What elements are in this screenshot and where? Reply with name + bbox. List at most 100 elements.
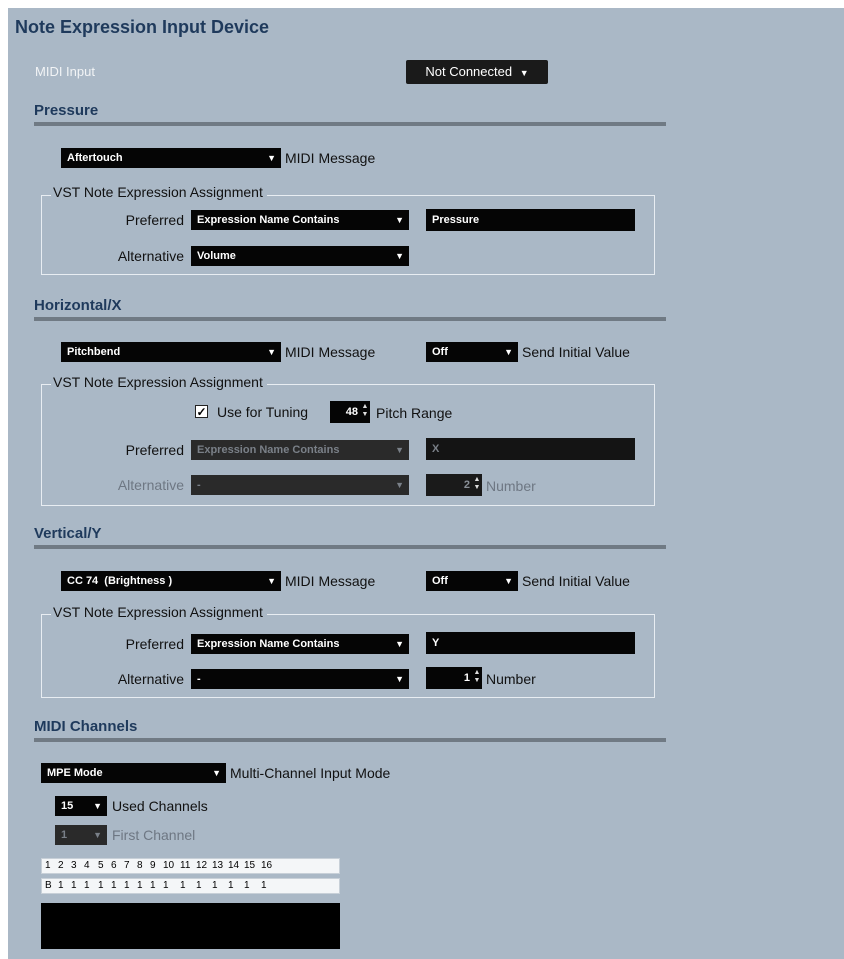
channel-cell: 13 [212, 860, 224, 871]
midi-message-label: MIDI Message [285, 344, 376, 360]
vertical-preferred-dropdown[interactable]: Expression Name Contains ▼ [191, 634, 409, 654]
use-for-tuning-checkbox[interactable]: ✓ [195, 405, 208, 418]
channel-state-row: B111111111111111 [41, 878, 340, 894]
midi-input-value: Not Connected [425, 64, 513, 79]
chevron-down-icon: ▼ [267, 576, 276, 586]
pitch-range-stepper[interactable]: 48 ▲ ▼ [330, 401, 370, 423]
channel-cell: 1 [111, 880, 117, 891]
channel-cell: 7 [124, 860, 130, 871]
send-initial-value-label: Send Initial Value [522, 573, 630, 589]
channel-cell: 1 [261, 880, 267, 891]
channel-cell: 1 [244, 880, 250, 891]
channel-cell: B [45, 880, 52, 891]
section-divider [34, 317, 666, 321]
horizontal-preferred-text-field[interactable]: X [426, 438, 635, 460]
assignment-group-label: VST Note Expression Assignment [51, 374, 267, 390]
dropdown-value: Off [432, 346, 448, 358]
channel-cell: 1 [180, 880, 186, 891]
used-channels-label: Used Channels [112, 798, 208, 814]
channel-cell: 1 [196, 880, 202, 891]
pressure-preferred-dropdown[interactable]: Expression Name Contains ▼ [191, 210, 409, 230]
dropdown-value: 1 [61, 829, 68, 841]
section-divider [34, 738, 666, 742]
dropdown-value: Volume [197, 250, 236, 262]
used-channels-dropdown[interactable]: 15 ▼ [55, 796, 107, 816]
dropdown-value: Expression Name Contains [197, 638, 340, 650]
horizontal-initial-value-dropdown[interactable]: Off ▼ [426, 342, 518, 362]
checkmark-icon: ✓ [196, 405, 207, 419]
midi-input-dropdown[interactable]: Not Connected ▼ [406, 60, 548, 84]
chevron-down-icon: ▼ [395, 445, 404, 455]
dropdown-value: Expression Name Contains [197, 214, 340, 226]
chevron-down-icon: ▼ [395, 480, 404, 490]
spin-arrows-icon[interactable]: ▲ ▼ [361, 403, 369, 419]
chevron-down-icon: ▼ [212, 768, 221, 778]
multi-channel-mode-dropdown[interactable]: MPE Mode ▼ [41, 763, 226, 783]
first-channel-label: First Channel [112, 827, 196, 843]
section-divider [34, 545, 666, 549]
use-for-tuning-label: Use for Tuning [217, 404, 309, 420]
channel-cell: 1 [45, 860, 51, 871]
spin-arrows-icon[interactable]: ▲ ▼ [473, 476, 481, 492]
horizontal-number-stepper[interactable]: 2 ▲ ▼ [426, 474, 482, 496]
vertical-midi-message-dropdown[interactable]: CC 74 (Brightness ) ▼ [61, 571, 281, 591]
channel-number-row: 1 2 3 4 5 6 7 8 9 10 11 12 13 14 15 16 [41, 858, 340, 874]
chevron-down-icon: ▼ [267, 347, 276, 357]
dropdown-value: - [197, 673, 201, 685]
channel-cell: 14 [228, 860, 240, 871]
channel-cell: 10 [163, 860, 175, 871]
channel-cell: 1 [71, 880, 77, 891]
chevron-down-icon: ▼ [93, 801, 102, 811]
horizontal-preferred-dropdown[interactable]: Expression Name Contains ▼ [191, 440, 409, 460]
channel-cell: 12 [196, 860, 208, 871]
dropdown-value: Pitchbend [67, 346, 121, 358]
pressure-preferred-text-field[interactable]: Pressure [426, 209, 635, 231]
pressure-midi-message-dropdown[interactable]: Aftertouch ▼ [61, 148, 281, 168]
channel-cell: 1 [150, 880, 156, 891]
channel-display-area [41, 903, 340, 949]
spin-arrows-icon[interactable]: ▲ ▼ [473, 669, 481, 685]
vertical-preferred-text-field[interactable]: Y [426, 632, 635, 654]
channel-cell: 9 [150, 860, 156, 871]
stepper-value: 48 [345, 406, 358, 418]
alternative-label: Alternative [117, 671, 184, 687]
pitch-range-label: Pitch Range [376, 405, 453, 421]
chevron-down-icon: ▼ [395, 251, 404, 261]
stepper-value: 2 [463, 479, 470, 491]
dropdown-value: MPE Mode [47, 767, 103, 779]
chevron-down-icon: ▼ [504, 576, 513, 586]
channel-cell: 15 [244, 860, 256, 871]
vertical-alternative-dropdown[interactable]: - ▼ [191, 669, 409, 689]
channel-cell: 2 [58, 860, 64, 871]
section-title-pressure: Pressure [34, 102, 99, 119]
alternative-label: Alternative [117, 248, 184, 264]
vertical-number-stepper[interactable]: 1 ▲ ▼ [426, 667, 482, 689]
chevron-down-icon: ▼ [267, 153, 276, 163]
first-channel-dropdown[interactable]: 1 ▼ [55, 825, 107, 845]
send-initial-value-label: Send Initial Value [522, 344, 630, 360]
channel-cell: 1 [98, 880, 104, 891]
pressure-alternative-dropdown[interactable]: Volume ▼ [191, 246, 409, 266]
channel-cell: 6 [111, 860, 117, 871]
alternative-label: Alternative [117, 477, 184, 493]
vertical-initial-value-dropdown[interactable]: Off ▼ [426, 571, 518, 591]
settings-panel: Note Expression Input Device MIDI Input … [8, 8, 844, 959]
section-title-horizontal: Horizontal/X [34, 297, 122, 314]
midi-input-label: MIDI Input [35, 64, 95, 79]
channel-cell: 3 [71, 860, 77, 871]
section-title-midi-channels: MIDI Channels [34, 718, 138, 735]
horizontal-alternative-dropdown[interactable]: - ▼ [191, 475, 409, 495]
channel-cell: 1 [228, 880, 234, 891]
channel-cell: 1 [212, 880, 218, 891]
horizontal-midi-message-dropdown[interactable]: Pitchbend ▼ [61, 342, 281, 362]
page-title: Note Expression Input Device [15, 17, 270, 37]
chevron-down-icon: ▼ [395, 215, 404, 225]
channel-cell: 8 [137, 860, 143, 871]
multi-channel-mode-label: Multi-Channel Input Mode [230, 765, 391, 781]
preferred-label: Preferred [125, 442, 184, 458]
dropdown-value: - [197, 479, 201, 491]
dropdown-value: CC 74 (Brightness ) [67, 575, 173, 587]
channel-cell: 4 [84, 860, 90, 871]
dropdown-value: Off [432, 575, 448, 587]
channel-cell: 1 [137, 880, 143, 891]
